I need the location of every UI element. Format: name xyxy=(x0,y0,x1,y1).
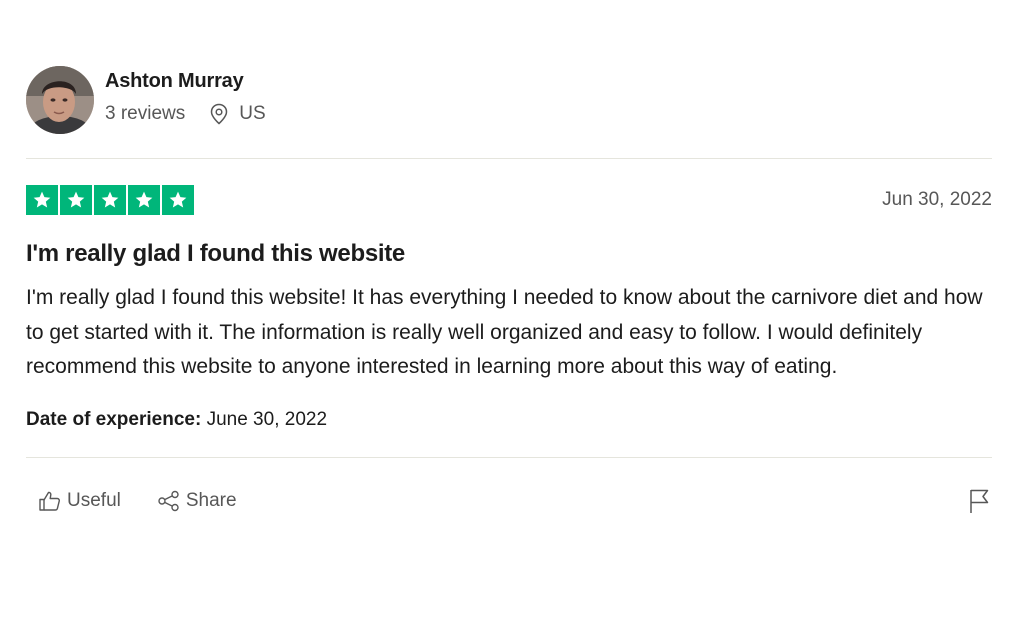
star-icon xyxy=(26,185,58,215)
reviews-count: 3 reviews xyxy=(105,103,186,124)
review-actions: Useful Share xyxy=(26,486,992,516)
divider xyxy=(26,456,992,458)
share-button[interactable]: Share xyxy=(157,490,237,512)
reviewer-name[interactable]: Ashton Murray xyxy=(105,69,266,93)
share-label: Share xyxy=(185,489,237,511)
avatar[interactable] xyxy=(26,66,94,134)
flag-icon xyxy=(970,489,989,513)
thumbs-up-icon xyxy=(39,491,60,511)
review-body: I'm really glad I found this website! It… xyxy=(26,286,983,378)
share-icon xyxy=(158,490,179,511)
review-title[interactable]: I'm really glad I found this website xyxy=(26,239,992,269)
experience-date: June 30, 2022 xyxy=(206,408,328,430)
star-icon xyxy=(128,185,160,215)
country-code: US xyxy=(239,103,266,124)
star-icon xyxy=(94,185,126,215)
experience-label: Date of experience: xyxy=(26,408,202,430)
reviewer-location: US xyxy=(209,103,266,125)
avatar-photo xyxy=(26,66,94,134)
reviewer-header: Ashton Murray 3 reviews US xyxy=(26,66,992,134)
useful-button[interactable]: Useful xyxy=(38,490,121,512)
star-icon xyxy=(162,185,194,215)
useful-label: Useful xyxy=(67,489,121,511)
divider xyxy=(26,158,992,159)
reviewer-info: Ashton Murray 3 reviews US xyxy=(105,70,266,125)
review-card: Ashton Murray 3 reviews US Jun 30, 2022 … xyxy=(26,66,992,516)
star-rating xyxy=(26,185,194,215)
date-of-experience: Date of experience: June 30, 2022 xyxy=(26,409,992,431)
reviewer-meta: 3 reviews US xyxy=(105,103,266,125)
rating-row: Jun 30, 2022 xyxy=(26,185,992,215)
star-icon xyxy=(60,185,92,215)
location-pin-icon xyxy=(210,103,228,125)
review-date: Jun 30, 2022 xyxy=(882,189,992,210)
report-flag-button[interactable] xyxy=(968,488,990,519)
